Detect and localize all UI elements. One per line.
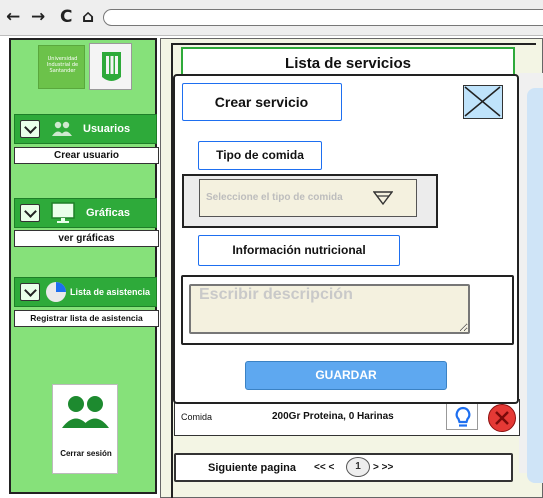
service-name: Comida bbox=[181, 412, 213, 422]
food-type-label: Tipo de comida bbox=[198, 141, 322, 170]
dialog-title-box: Crear servicio bbox=[182, 83, 342, 121]
nutrition-info-label: Información nutricional bbox=[198, 235, 400, 266]
details-button[interactable] bbox=[446, 402, 478, 430]
reload-icon[interactable]: C bbox=[60, 5, 72, 29]
menu-graficas[interactable]: Gráficas bbox=[14, 198, 157, 228]
delete-button[interactable] bbox=[488, 404, 516, 432]
pie-chart-icon bbox=[45, 281, 67, 308]
page-number[interactable]: 1 bbox=[346, 457, 370, 477]
browser-toolbar: ← → C ⌂ bbox=[0, 0, 543, 36]
lightbulb-icon bbox=[454, 406, 472, 433]
crear-usuario-link[interactable]: Crear usuario bbox=[14, 147, 159, 164]
close-dialog-button[interactable] bbox=[463, 85, 503, 119]
university-logo: Universidad Industrial de Santander bbox=[38, 45, 85, 89]
uis-logo-icon bbox=[89, 43, 132, 90]
prev-page-button[interactable]: << < bbox=[314, 462, 334, 473]
food-type-placeholder: Seleccione el tipo de comida bbox=[206, 192, 343, 203]
chevron-down-icon[interactable] bbox=[20, 283, 40, 301]
sidebar: Universidad Industrial de Santander Usua… bbox=[9, 38, 159, 494]
logout-button[interactable]: Cerrar sesión bbox=[52, 384, 118, 474]
dropdown-caret-icon[interactable] bbox=[372, 188, 394, 208]
menu-graficas-label: Gráficas bbox=[86, 207, 131, 219]
menu-usuarios-label: Usuarios bbox=[83, 123, 131, 135]
next-page-button[interactable]: > >> bbox=[373, 462, 393, 473]
dialog-title: Crear servicio bbox=[214, 94, 309, 110]
list-header: Lista de servicios bbox=[181, 47, 515, 77]
chevron-down-icon[interactable] bbox=[20, 120, 40, 138]
food-type-select[interactable]: Seleccione el tipo de comida bbox=[199, 179, 417, 217]
pagination-label: Siguiente pagina bbox=[208, 462, 297, 474]
chevron-down-icon[interactable] bbox=[20, 204, 40, 222]
logout-label: Cerrar sesión bbox=[60, 449, 112, 458]
ver-graficas-link[interactable]: ver gráficas bbox=[14, 230, 159, 247]
back-arrow-icon[interactable]: ← bbox=[6, 5, 20, 29]
scrollbar[interactable] bbox=[527, 88, 543, 483]
registrar-lista-link[interactable]: Registrar lista de asistencia bbox=[14, 310, 159, 327]
description-input[interactable] bbox=[189, 284, 470, 334]
menu-usuarios[interactable]: Usuarios bbox=[14, 114, 157, 144]
address-bar[interactable] bbox=[103, 9, 543, 26]
close-icon bbox=[495, 411, 509, 425]
close-icon bbox=[464, 86, 501, 117]
service-info: 200Gr Proteina, 0 Harinas bbox=[272, 411, 394, 422]
users-icon bbox=[61, 395, 111, 434]
logo-text: Universidad Industrial de Santander bbox=[46, 56, 79, 74]
home-icon[interactable]: ⌂ bbox=[82, 5, 94, 29]
menu-lista-asistencia-label: Lista de asistencia bbox=[70, 287, 151, 297]
pagination: Siguiente pagina << < 1 > >> bbox=[174, 453, 513, 482]
menu-lista-asistencia[interactable]: Lista de asistencia bbox=[14, 277, 157, 307]
monitor-icon bbox=[51, 202, 75, 229]
page-title: Lista de servicios bbox=[285, 55, 411, 72]
forward-arrow-icon[interactable]: → bbox=[31, 5, 45, 29]
save-button[interactable]: GUARDAR bbox=[245, 361, 447, 390]
users-icon bbox=[51, 121, 73, 142]
